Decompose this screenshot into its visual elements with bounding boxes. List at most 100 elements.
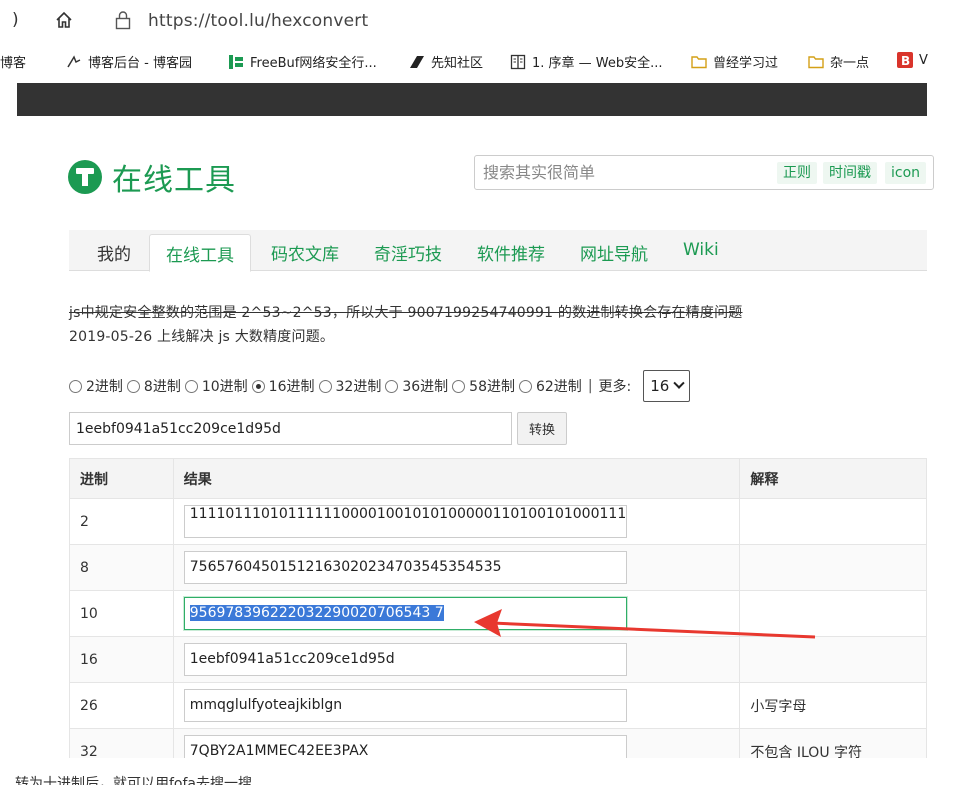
search-tag-regex[interactable]: 正则	[777, 162, 817, 184]
b-icon: B	[897, 52, 913, 68]
radio-button[interactable]	[184, 379, 198, 393]
logo-text: 在线工具	[112, 163, 236, 198]
main-nav-tabs: 我的 在线工具 码农文库 奇淫巧技 软件推荐 网址导航 Wiki	[69, 230, 927, 272]
radio-button[interactable]	[452, 379, 466, 393]
tool-logo-icon	[68, 160, 102, 194]
tab-coder-library[interactable]: 码农文库	[271, 240, 339, 265]
header-result: 结果	[172, 458, 741, 499]
cell-note	[739, 498, 927, 545]
cell-base: 10	[69, 590, 174, 637]
home-icon[interactable]	[54, 10, 74, 35]
radio-label: 32进制	[335, 379, 382, 395]
search-tag-icon[interactable]: icon	[885, 162, 927, 184]
cell-result: 1111011101011111100001001010100000110100…	[172, 498, 741, 545]
bookmark-cnblogs[interactable]: 博客后台 - 博客园	[66, 52, 192, 71]
radio-button[interactable]	[69, 379, 82, 393]
select-value: 16	[650, 377, 670, 395]
more-radix-select[interactable]: 16	[643, 370, 691, 402]
tab-wiki[interactable]: Wiki	[683, 240, 719, 260]
result-field-base-26[interactable]: mmqglulfyoteajkiblgn	[183, 689, 627, 722]
tab-online-tools[interactable]: 在线工具	[149, 234, 251, 272]
radio-label: 62进制	[535, 379, 582, 395]
radio-button[interactable]	[318, 379, 332, 393]
bookmark-freebuf[interactable]: FreeBuf网络安全行...	[228, 52, 377, 71]
chevron-down-icon	[673, 377, 685, 389]
radio-base-62[interactable]: 62进制	[518, 376, 582, 396]
bookmark-label: 曾经学习过	[713, 56, 779, 71]
search-input[interactable]	[483, 163, 763, 182]
cell-note	[739, 636, 927, 683]
tab-software[interactable]: 软件推荐	[477, 240, 545, 265]
cell-note	[739, 544, 927, 591]
tab-url-nav[interactable]: 网址导航	[580, 240, 648, 265]
folder-icon	[808, 54, 824, 70]
bookmark-folder-misc[interactable]: 杂一点	[808, 52, 869, 71]
table-row: 26 mmqglulfyoteajkiblgn 小写字母	[69, 682, 927, 729]
convert-button[interactable]: 转换	[517, 412, 567, 445]
number-input[interactable]	[69, 412, 512, 445]
table-row: 2 11110111010111111000010010101000001101…	[69, 498, 927, 545]
bookmark-label: 1. 序章 — Web安全...	[532, 56, 663, 71]
lock-icon	[114, 10, 132, 30]
radio-base-36[interactable]: 36进制	[385, 376, 448, 396]
result-field-base-8[interactable]: 75657604501512163020234703545354535	[183, 551, 627, 584]
back-icon[interactable]: )	[12, 10, 19, 30]
result-field-base-16[interactable]: 1eebf0941a51cc209ce1d95d	[183, 643, 627, 676]
tab-tricks[interactable]: 奇淫巧技	[374, 240, 442, 265]
bookmark-xianzhi[interactable]: 先知社区	[409, 52, 483, 71]
cell-base: 26	[69, 682, 174, 729]
bookmark-folder-learned[interactable]: 曾经学习过	[691, 52, 778, 71]
cell-result: 75657604501512163020234703545354535	[172, 544, 741, 591]
search-box: 正则 时间戳 icon	[474, 155, 934, 190]
bookmark-label: 博客后台 - 博客园	[88, 56, 192, 71]
address-url[interactable]: https://tool.lu/hexconvert	[148, 11, 368, 31]
site-top-bar	[17, 83, 927, 116]
site-logo[interactable]: 在线工具	[68, 155, 236, 199]
book-icon	[510, 54, 526, 70]
bookmark-label: 博客	[0, 56, 27, 71]
radio-label: 58进制	[469, 379, 515, 395]
bookmark-blog[interactable]: 博客	[0, 52, 26, 71]
radio-base-16[interactable]: 16进制	[251, 376, 315, 396]
cnblogs-icon	[66, 54, 82, 70]
radio-base-32[interactable]: 32进制	[318, 376, 382, 396]
search-tag-timestamp[interactable]: 时间戳	[823, 162, 877, 184]
radio-base-10[interactable]: 10进制	[184, 376, 248, 396]
bookmarks-bar: 博客 博客后台 - 博客园 FreeBuf网络安全行... 先知社区 1. 序章…	[0, 44, 961, 76]
cell-result: 956978396222032290020706543 7	[172, 590, 741, 637]
radio-label: 36进制	[402, 379, 449, 395]
table-row: 16 1eebf0941a51cc209ce1d95d	[69, 636, 927, 683]
folder-icon	[691, 54, 707, 70]
cell-base: 8	[69, 544, 174, 591]
bookmark-label: 杂一点	[830, 56, 870, 71]
freebuf-icon	[228, 54, 244, 70]
radio-button[interactable]	[385, 379, 399, 393]
result-field-base-10[interactable]: 956978396222032290020706543 7	[183, 597, 627, 630]
radio-label: 2进制	[86, 379, 123, 395]
radio-base-58[interactable]: 58进制	[452, 376, 515, 396]
radix-options: 2进制 8进制 10进制 16进制 32进制 36进制 58进制 62进制 | …	[69, 370, 691, 402]
radio-button-checked[interactable]	[251, 379, 265, 393]
radio-button[interactable]	[518, 379, 532, 393]
cell-result: mmqglulfyoteajkiblgn	[172, 682, 741, 729]
svg-text:B: B	[901, 54, 910, 68]
radio-button[interactable]	[126, 379, 140, 393]
tab-mine[interactable]: 我的	[97, 240, 131, 265]
address-bar-row: ) https://tool.lu/hexconvert	[0, 0, 961, 42]
update-note: 2019-05-26 上线解决 js 大数精度问题。	[69, 329, 335, 345]
radio-base-2[interactable]: 2进制	[69, 376, 123, 396]
cell-note	[739, 590, 927, 637]
bookmark-web-security[interactable]: 1. 序章 — Web安全...	[510, 52, 663, 71]
header-base: 进制	[69, 458, 174, 499]
table-row: 8 75657604501512163020234703545354535	[69, 544, 927, 591]
result-field-base-2[interactable]: 1111011101011111100001001010100000110100…	[183, 505, 627, 538]
bookmark-b[interactable]: B V	[897, 52, 928, 68]
bookmark-label: 先知社区	[431, 56, 484, 71]
radio-base-8[interactable]: 8进制	[126, 376, 181, 396]
selected-text: 956978396222032290020706543 7	[189, 605, 444, 621]
bookmark-label: V	[919, 52, 928, 68]
caption-text: 转为十进制后，就可以用fofa去搜一搜	[15, 776, 253, 785]
result-table: 进制 结果 解释 2 11110111010111111000010010101…	[69, 458, 927, 775]
more-label: 更多:	[598, 379, 632, 395]
table-header-row: 进制 结果 解释	[69, 458, 927, 499]
